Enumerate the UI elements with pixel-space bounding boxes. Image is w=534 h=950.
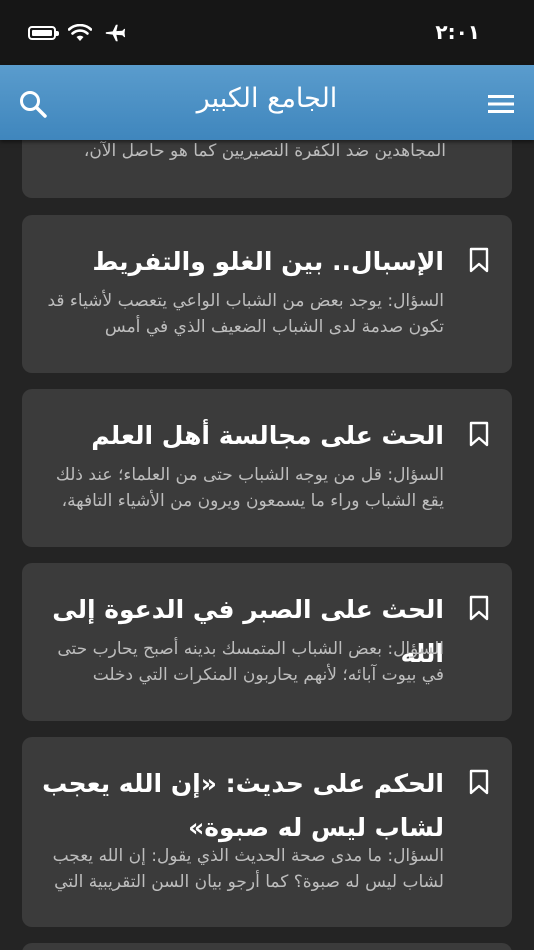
bookmark-icon[interactable] <box>468 769 490 795</box>
status-bar: ٢:٠١ <box>0 0 534 65</box>
list-item[interactable]: الحث على مجالسة أهل العلم السؤال: قل من … <box>22 389 512 547</box>
list-item[interactable]: الحكم على حديث: «إن الله يعجب لشاب ليس ل… <box>22 737 512 927</box>
bookmark-icon[interactable] <box>468 595 490 621</box>
card-excerpt: السؤال: ما مدى صحة الحديث الذي يقول: إن … <box>52 846 444 892</box>
menu-icon[interactable] <box>486 89 516 119</box>
battery-icon <box>28 26 59 40</box>
card-excerpt: المجاهدين ضد الكفرة النصيريين كما هو حاص… <box>83 141 446 161</box>
article-list[interactable]: المجاهدين ضد الكفرة النصيريين كما هو حاص… <box>0 140 534 950</box>
app-bar: الجامع الكبير <box>0 65 534 140</box>
status-time: ٢:٠١ <box>435 20 480 44</box>
status-icons <box>28 22 126 44</box>
card-title: الإسبال.. بين الغلو والتفريط <box>92 247 444 276</box>
list-item[interactable]: الإسبال.. بين الغلو والتفريط السؤال: يوج… <box>22 215 512 373</box>
list-item[interactable] <box>22 943 512 950</box>
card-excerpt: السؤال: بعض الشباب المتمسك بدينه أصبح يح… <box>57 639 444 685</box>
card-excerpt: السؤال: يوجد بعض من الشباب الواعي يتعصب … <box>47 291 444 337</box>
card-title: الحكم على حديث: «إن الله يعجب لشاب ليس ل… <box>42 769 444 842</box>
list-item[interactable]: الحث على الصبر في الدعوة إلى الله السؤال… <box>22 563 512 721</box>
airplane-icon <box>105 24 126 42</box>
list-item[interactable]: المجاهدين ضد الكفرة النصيريين كما هو حاص… <box>22 140 512 198</box>
card-excerpt: السؤال: قل من يوجه الشباب حتى من العلماء… <box>55 465 444 511</box>
bookmark-icon[interactable] <box>468 247 490 273</box>
page-title: الجامع الكبير <box>196 83 338 114</box>
wifi-icon <box>68 24 92 41</box>
bookmark-icon[interactable] <box>468 421 490 447</box>
card-title: الحث على مجالسة أهل العلم <box>91 421 444 450</box>
